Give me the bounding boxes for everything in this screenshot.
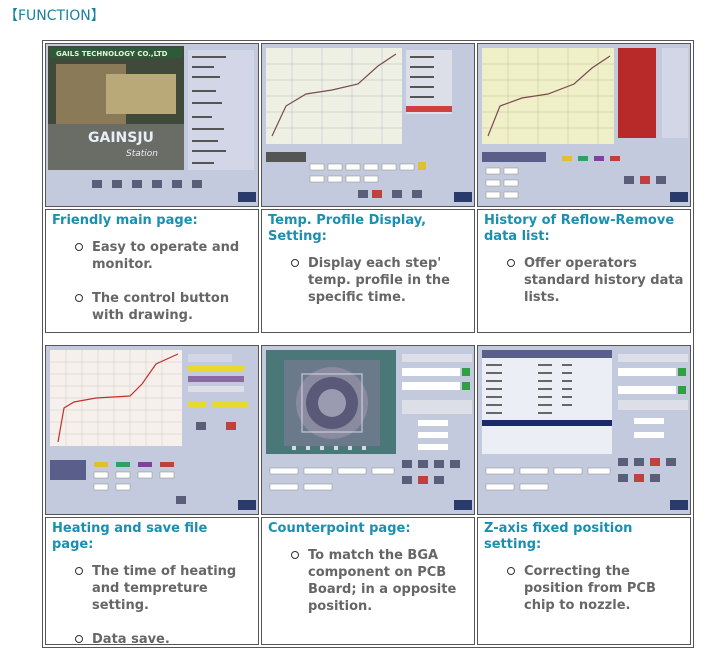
caption-title: Heating and save file page: (52, 521, 208, 552)
caption-bullet: To match the BGA component on PCB Board;… (268, 547, 468, 615)
temp-profile-screenshot (261, 43, 475, 207)
caption-title: History of Reflow-Remove data list: (484, 213, 675, 244)
caption-bullet: Easy to operate and monitor. (52, 239, 252, 273)
main-logo-text: GAILS TECHNOLOGY CO.,LTD (56, 50, 168, 58)
z-axis-caption: Z-axis fixed position setting: Correctin… (477, 517, 691, 645)
heating-save-screenshot (45, 345, 259, 515)
main-brand-text: GAINSJU (88, 130, 154, 146)
caption-bullet: Display each step' temp. profile in the … (268, 255, 468, 306)
caption-title: Z-axis fixed position setting: (484, 521, 633, 552)
heating-save-caption: Heating and save file page: The time of … (45, 517, 259, 648)
history-screenshot (477, 43, 691, 207)
friendly-main-page-caption: Friendly main page: Easy to operate and … (45, 209, 259, 333)
counterpoint-screenshot (261, 345, 475, 515)
function-table: GAILS TECHNOLOGY CO.,LTD GAINSJU Station (42, 40, 694, 648)
caption-bullet: Offer operators standard history data li… (484, 255, 684, 306)
caption-bullet: Correcting the position from PCB chip to… (484, 563, 684, 614)
section-title: 【FUNCTION】 (4, 8, 105, 24)
main-sub-text: Station (126, 149, 158, 159)
caption-title: Counterpoint page: (268, 521, 411, 536)
caption-title: Friendly main page: (52, 213, 198, 228)
main-page-screenshot: GAILS TECHNOLOGY CO.,LTD GAINSJU Station (45, 43, 259, 207)
caption-bullet: Data save. (52, 631, 252, 648)
history-caption: History of Reflow-Remove data list: Offe… (477, 209, 691, 333)
caption-bullet: The control button with drawing. (52, 290, 252, 324)
caption-bullet: The time of heating and tempreture setti… (52, 563, 252, 614)
counterpoint-caption: Counterpoint page: To match the BGA comp… (261, 517, 475, 645)
temp-profile-caption: Temp. Profile Display, Setting: Display … (261, 209, 475, 333)
caption-title: Temp. Profile Display, Setting: (268, 213, 427, 244)
z-axis-screenshot (477, 345, 691, 515)
